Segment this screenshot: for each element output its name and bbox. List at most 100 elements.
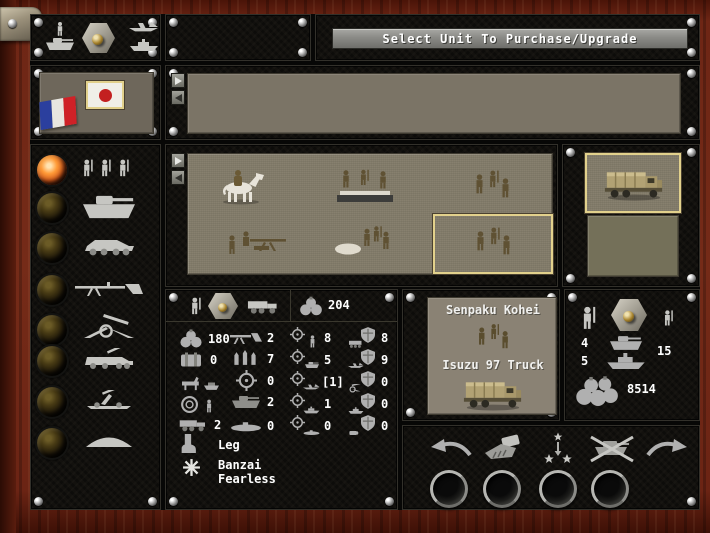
unit-sprite-cargo-truck — [603, 166, 665, 202]
toggle-knob-icon — [218, 303, 227, 312]
ship-icon — [601, 353, 651, 369]
stat-attack-air: [1] — [290, 371, 344, 393]
flak-gun-icon[interactable] — [65, 384, 153, 416]
class-recon-button[interactable] — [35, 231, 69, 265]
unit-sprite-landing-craft-squad[interactable] — [336, 168, 394, 206]
scroll-left-button[interactable] — [171, 90, 185, 105]
elite-upgrade-button[interactable] — [539, 470, 577, 508]
units-scroll-left-button[interactable] — [171, 170, 185, 185]
defense-air-icon — [348, 349, 378, 371]
class-flak-button[interactable] — [35, 385, 69, 419]
class-artillery-button[interactable] — [35, 313, 69, 347]
stat-attack-soft: 8 — [290, 327, 331, 349]
japan-flag[interactable] — [86, 81, 124, 109]
france-flag[interactable] — [39, 96, 76, 130]
screw — [148, 497, 157, 506]
stat-movement: 2 — [178, 417, 221, 432]
artillery-icon[interactable] — [65, 310, 153, 342]
land-units-icon[interactable] — [39, 22, 81, 54]
transport-slot-selected[interactable] — [585, 153, 681, 213]
stat-defense-close: 0 — [348, 371, 388, 393]
naval-icon[interactable] — [65, 426, 153, 458]
unit-info-sprite-rifle-squad — [473, 320, 513, 356]
class-tank-button[interactable] — [35, 191, 69, 225]
capacity-toggle-hex[interactable] — [611, 299, 647, 331]
soldier-large-icon[interactable] — [581, 302, 597, 334]
class-infantry-button[interactable] — [35, 153, 69, 187]
screw — [687, 69, 696, 78]
done-icon[interactable] — [645, 438, 689, 458]
class-antitank-button[interactable] — [35, 273, 69, 307]
screw — [385, 293, 394, 302]
money-bags-icon — [178, 329, 204, 348]
unit-sprite-engineer-boat-squad[interactable] — [334, 224, 392, 256]
purchase-button[interactable] — [483, 470, 521, 508]
scroll-right-button[interactable] — [171, 73, 185, 88]
screw — [169, 127, 178, 136]
unit-sprite-machinegun-team[interactable] — [224, 226, 290, 254]
screw — [298, 48, 307, 57]
screw — [169, 497, 178, 506]
left-arrow-icon — [175, 174, 182, 182]
attack-sub-icon — [290, 415, 320, 437]
screw — [406, 408, 415, 417]
transport-slot-empty[interactable] — [587, 215, 679, 277]
disband-icon — [587, 435, 637, 463]
purchase-screen: Select Unit To Purchase/Upgrade — [0, 0, 710, 533]
attack-soft-icon — [290, 327, 320, 349]
stat-value: 0 — [381, 375, 388, 389]
unit-name: Senpaku Kohei — [428, 303, 558, 317]
air-defense-vehicle-icon[interactable] — [65, 343, 153, 375]
screw — [8, 19, 17, 28]
tank-icon[interactable] — [65, 190, 153, 222]
unit-grid-panel — [165, 144, 558, 287]
stat-value: 2 — [214, 418, 221, 432]
class-naval-button[interactable] — [35, 426, 69, 460]
screw — [687, 293, 696, 302]
truck-icon[interactable] — [246, 298, 280, 314]
stat-value: 1 — [324, 397, 331, 411]
stat-value: 5 — [324, 353, 331, 367]
stat-transport-types — [178, 373, 224, 392]
disband-button[interactable] — [591, 470, 629, 508]
soldier-small-icon[interactable] — [663, 306, 674, 330]
attack-naval-icon — [290, 393, 320, 415]
stat-cost: 180 — [178, 329, 230, 348]
initiative-tank-icon — [230, 395, 262, 409]
pack-mule-boat-icon — [178, 373, 222, 392]
soldier-icon[interactable] — [190, 294, 202, 318]
toggle-knob-icon — [92, 34, 103, 45]
stat-initiative: 2 — [230, 395, 274, 409]
screw — [687, 148, 696, 157]
unit-transport-toggle-hex[interactable] — [208, 293, 238, 319]
stat-rockets: 7 — [232, 350, 274, 367]
screw — [568, 293, 577, 302]
page-title: Select Unit To Purchase/Upgrade — [383, 32, 638, 46]
undo-button[interactable] — [430, 470, 468, 508]
defense-ammo-icon — [348, 415, 378, 437]
trait-label-1: Banzai — [218, 458, 261, 472]
attack-air-icon — [290, 371, 320, 393]
stat-attack-hard: 5 — [290, 349, 331, 371]
anti-tank-icon[interactable] — [65, 272, 153, 304]
units-scroll-right-button[interactable] — [171, 153, 185, 168]
air-sea-units-icon[interactable] — [123, 21, 165, 55]
infantry-icon[interactable] — [65, 152, 153, 184]
ammo-crate-icon — [180, 351, 202, 368]
unit-sprite-rifle-squad[interactable] — [472, 166, 512, 206]
selected-unit-cell[interactable] — [433, 214, 553, 274]
screw — [687, 497, 696, 506]
stat-hardattack-weapon: 2 — [230, 330, 274, 345]
infantry-slots-value: 4 — [581, 336, 588, 350]
rockets-icon — [232, 350, 258, 367]
spotting-icon — [180, 395, 216, 414]
upgrade-candidates-box[interactable] — [187, 73, 681, 134]
recon-icon[interactable] — [65, 230, 153, 262]
stat-defense-air: 9 — [348, 349, 388, 371]
screw — [169, 48, 178, 57]
class-toggle-hex[interactable] — [82, 23, 115, 53]
unit-sprite-cavalry[interactable] — [212, 164, 268, 206]
class-airdefense-button[interactable] — [35, 344, 69, 378]
leg-boot-icon — [181, 434, 196, 453]
defense-naval-icon — [348, 393, 378, 415]
